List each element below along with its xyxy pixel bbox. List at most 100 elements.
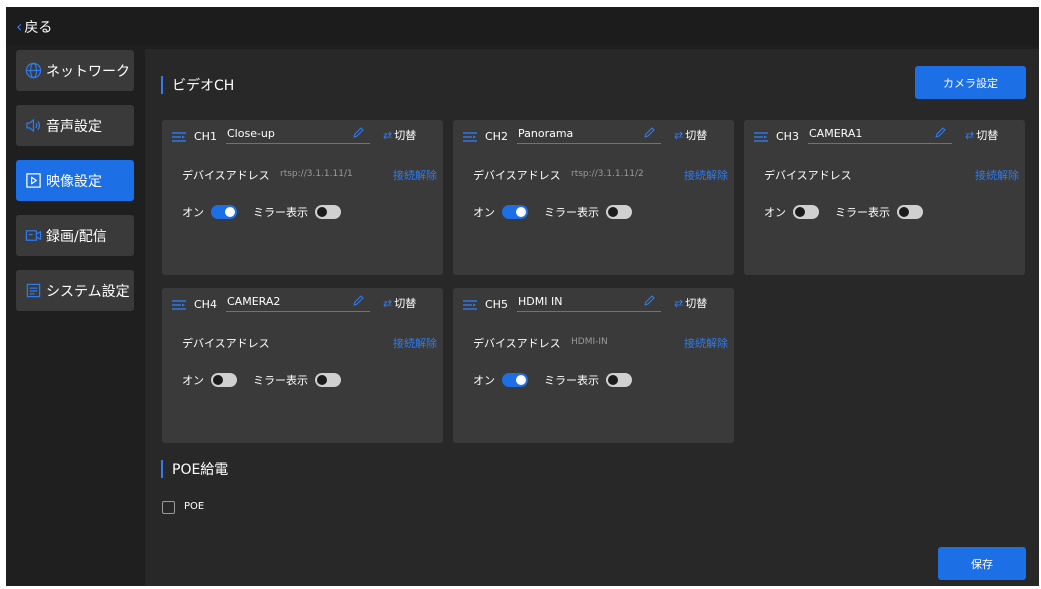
toggle-knob [317,375,327,385]
on-label: オン [764,206,786,219]
mirror-toggle[interactable] [606,205,632,219]
pencil-icon[interactable] [643,295,655,307]
sidebar-item-system[interactable]: システム設定 [16,270,134,311]
mirror-label: ミラー表示 [253,374,308,387]
switch-button[interactable]: ⇄ 切替 [383,295,416,311]
switch-button[interactable]: ⇄ 切替 [383,127,416,143]
device-address-label: デバイスアドレス [473,169,561,182]
pencil-icon[interactable] [352,295,364,307]
channel-header: CH1 [172,130,226,143]
channel-label: CH3 [776,130,799,143]
switch-button[interactable]: ⇄ 切替 [674,127,707,143]
speaker-icon [24,117,42,135]
channel-list-icon [754,131,768,142]
swap-icon: ⇄ [383,128,393,142]
toggle-knob [608,207,618,217]
channel-label: CH2 [485,130,508,143]
device-address-value: rtsp://3.1.1.11/2 [571,169,644,179]
disconnect-link[interactable]: 接続解除 [393,335,437,351]
poe-section-title: POE給電 [161,459,228,479]
swap-icon: ⇄ [383,296,393,310]
mirror-label: ミラー表示 [253,206,308,219]
on-label: オン [182,374,204,387]
swap-icon: ⇄ [674,128,684,142]
switch-button[interactable]: ⇄ 切替 [674,295,707,311]
sidebar-item-recording[interactable]: 録画/配信 [16,215,134,256]
on-label: オン [473,206,495,219]
pencil-icon[interactable] [352,127,364,139]
device-address-value: rtsp://3.1.1.11/1 [280,169,353,179]
switch-label: 切替 [685,297,708,310]
video-section-title: ビデオCH [161,75,234,95]
channel-name-field[interactable]: HDMI IN [517,292,661,312]
sidebar-item-video[interactable]: 映像設定 [16,160,134,201]
document-icon [24,282,42,300]
disconnect-link[interactable]: 接続解除 [393,167,437,183]
channel-card-ch3: CH3 CAMERA1 ⇄ 切替 デバイスアドレス 接続解除 オン ミラー表示 [744,120,1025,275]
sidebar-item-label: 録画/配信 [46,228,107,245]
toggle-row: オン ミラー表示 [473,204,632,220]
main-panel: ビデオCH カメラ設定 CH1 Close-up ⇄ 切替 デバイスアドレス rtsp:/… [145,49,1039,586]
device-address-label: デバイスアドレス [473,337,561,350]
switch-button[interactable]: ⇄ 切替 [965,127,998,143]
channel-list-icon [463,299,477,310]
pencil-icon[interactable] [934,127,946,139]
on-toggle[interactable] [211,373,237,387]
back-label: 戻る [24,19,53,36]
toggle-row: オン ミラー表示 [473,372,632,388]
channel-header: CH5 [463,298,517,311]
poe-section-label: POE給電 [172,462,229,478]
channel-list-icon [172,131,186,142]
camera-icon [24,227,42,245]
channel-name: Close-up [227,127,275,140]
mirror-toggle[interactable] [606,373,632,387]
disconnect-link[interactable]: 接続解除 [684,335,728,351]
channel-name: CAMERA2 [227,295,281,308]
sidebar-item-label: 音声設定 [46,118,102,135]
switch-label: 切替 [394,297,417,310]
channel-name-field[interactable]: Panorama [517,124,661,144]
on-toggle[interactable] [502,205,528,219]
disconnect-link[interactable]: 接続解除 [975,167,1019,183]
on-label: オン [473,374,495,387]
mirror-toggle[interactable] [315,205,341,219]
channel-name-field[interactable]: Close-up [226,124,370,144]
disconnect-link[interactable]: 接続解除 [684,167,728,183]
channel-name-field[interactable]: CAMERA2 [226,292,370,312]
play-icon [24,172,42,190]
toggle-knob [225,207,235,217]
on-toggle[interactable] [502,373,528,387]
poe-checkbox[interactable] [162,501,175,514]
channel-name: HDMI IN [518,295,563,308]
channel-name-field[interactable]: CAMERA1 [808,124,952,144]
toggle-row: オン ミラー表示 [764,204,923,220]
back-button[interactable]: ‹ 戻る [16,17,52,37]
mirror-toggle[interactable] [315,373,341,387]
swap-icon: ⇄ [965,128,975,142]
channel-label: CH1 [194,130,217,143]
mirror-toggle[interactable] [897,205,923,219]
sidebar-item-label: システム設定 [46,283,130,300]
save-button[interactable]: 保存 [938,547,1026,580]
chevron-left-icon: ‹ [16,17,23,36]
app-window: ‹ 戻る ネットワーク 音声設定 映像設定 録画/配信 システム設定 ビデオCH… [6,7,1039,586]
top-bar: ‹ 戻る [6,7,1039,46]
camera-settings-button[interactable]: カメラ設定 [915,66,1026,99]
mirror-label: ミラー表示 [835,206,890,219]
toggle-row: オン ミラー表示 [182,204,341,220]
channel-label: CH5 [485,298,508,311]
switch-label: 切替 [976,129,999,142]
sidebar-item-label: ネットワーク [46,63,130,80]
channel-label: CH4 [194,298,217,311]
toggle-knob [795,207,805,217]
on-toggle[interactable] [211,205,237,219]
save-label: 保存 [971,557,993,571]
switch-label: 切替 [685,129,708,142]
poe-checkbox-label: POE [184,501,205,512]
swap-icon: ⇄ [674,296,684,310]
on-label: オン [182,206,204,219]
sidebar-item-network[interactable]: ネットワーク [16,50,134,91]
pencil-icon[interactable] [643,127,655,139]
on-toggle[interactable] [793,205,819,219]
sidebar-item-audio[interactable]: 音声設定 [16,105,134,146]
